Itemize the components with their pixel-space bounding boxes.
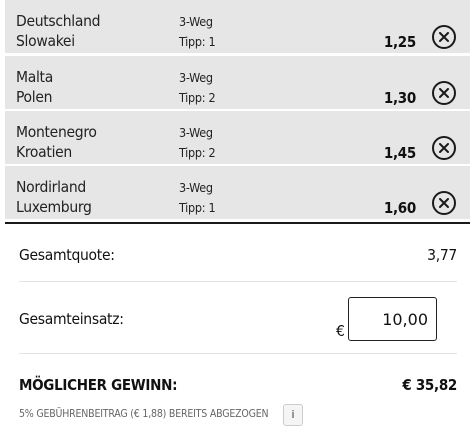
home-team: Montenegro [16, 123, 97, 141]
remove-bet-button[interactable] [432, 81, 456, 105]
total-odds-label: Gesamtquote: [19, 246, 115, 264]
bet-odds: 1,45 [383, 144, 416, 162]
possible-win-value: € 35,82 [402, 376, 457, 394]
tip: Tipp: 1 [179, 34, 216, 49]
close-icon [439, 32, 449, 42]
remove-bet-button[interactable] [432, 136, 456, 160]
bet-teams: Malta Polen [16, 68, 53, 107]
bet-odds: 1,30 [383, 89, 416, 107]
bet-row: Montenegro Kroatien 3-Weg Tipp: 2 1,45 [5, 111, 470, 164]
close-icon [439, 143, 449, 153]
bet-row: Nordirland Luxemburg 3-Weg Tipp: 1 1,60 [5, 166, 470, 219]
market-type: 3-Weg [179, 14, 213, 29]
bet-teams: Montenegro Kroatien [16, 123, 97, 162]
market-type: 3-Weg [179, 180, 213, 195]
remove-bet-button[interactable] [432, 191, 456, 215]
remove-bet-button[interactable] [432, 25, 456, 49]
total-odds-value: 3,77 [427, 246, 457, 264]
home-team: Nordirland [16, 178, 86, 196]
bet-teams: Nordirland Luxemburg [16, 178, 92, 217]
bet-market: 3-Weg Tipp: 2 [179, 123, 216, 163]
stake-label: Gesamteinsatz: [19, 310, 124, 328]
away-team: Kroatien [16, 142, 72, 161]
bet-list-divider [5, 222, 470, 224]
info-button[interactable]: i [283, 404, 303, 426]
stake-input[interactable] [348, 297, 437, 341]
tip: Tipp: 2 [179, 90, 216, 105]
bet-odds: 1,60 [383, 199, 416, 217]
stake-currency: € [336, 322, 345, 340]
home-team: Malta [16, 68, 53, 86]
bet-row: Malta Polen 3-Weg Tipp: 2 1,30 [5, 56, 470, 109]
tip: Tipp: 1 [179, 200, 216, 215]
total-odds-row: Gesamtquote: 3,77 [19, 246, 457, 266]
bet-market: 3-Weg Tipp: 1 [179, 12, 216, 52]
market-type: 3-Weg [179, 70, 213, 85]
bet-market: 3-Weg Tipp: 2 [179, 68, 216, 108]
fee-note: 5% GEBÜHRENBEITRAG (€ 1,88) BEREITS ABGE… [19, 408, 269, 420]
away-team: Polen [16, 87, 53, 106]
bet-row: Deutschland Slowakei 3-Weg Tipp: 1 1,25 [5, 0, 470, 53]
away-team: Luxemburg [16, 197, 92, 216]
tip: Tipp: 2 [179, 145, 216, 160]
market-type: 3-Weg [179, 125, 213, 140]
bet-teams: Deutschland Slowakei [16, 12, 101, 51]
close-icon [439, 88, 449, 98]
divider [19, 281, 457, 282]
bet-slip: Deutschland Slowakei 3-Weg Tipp: 1 1,25 … [0, 0, 475, 445]
home-team: Deutschland [16, 12, 101, 30]
possible-win-label: MÖGLICHER GEWINN: [19, 376, 178, 394]
bet-market: 3-Weg Tipp: 1 [179, 178, 216, 218]
divider [19, 353, 457, 354]
bet-odds: 1,25 [383, 33, 416, 51]
away-team: Slowakei [16, 31, 75, 50]
close-icon [439, 198, 449, 208]
